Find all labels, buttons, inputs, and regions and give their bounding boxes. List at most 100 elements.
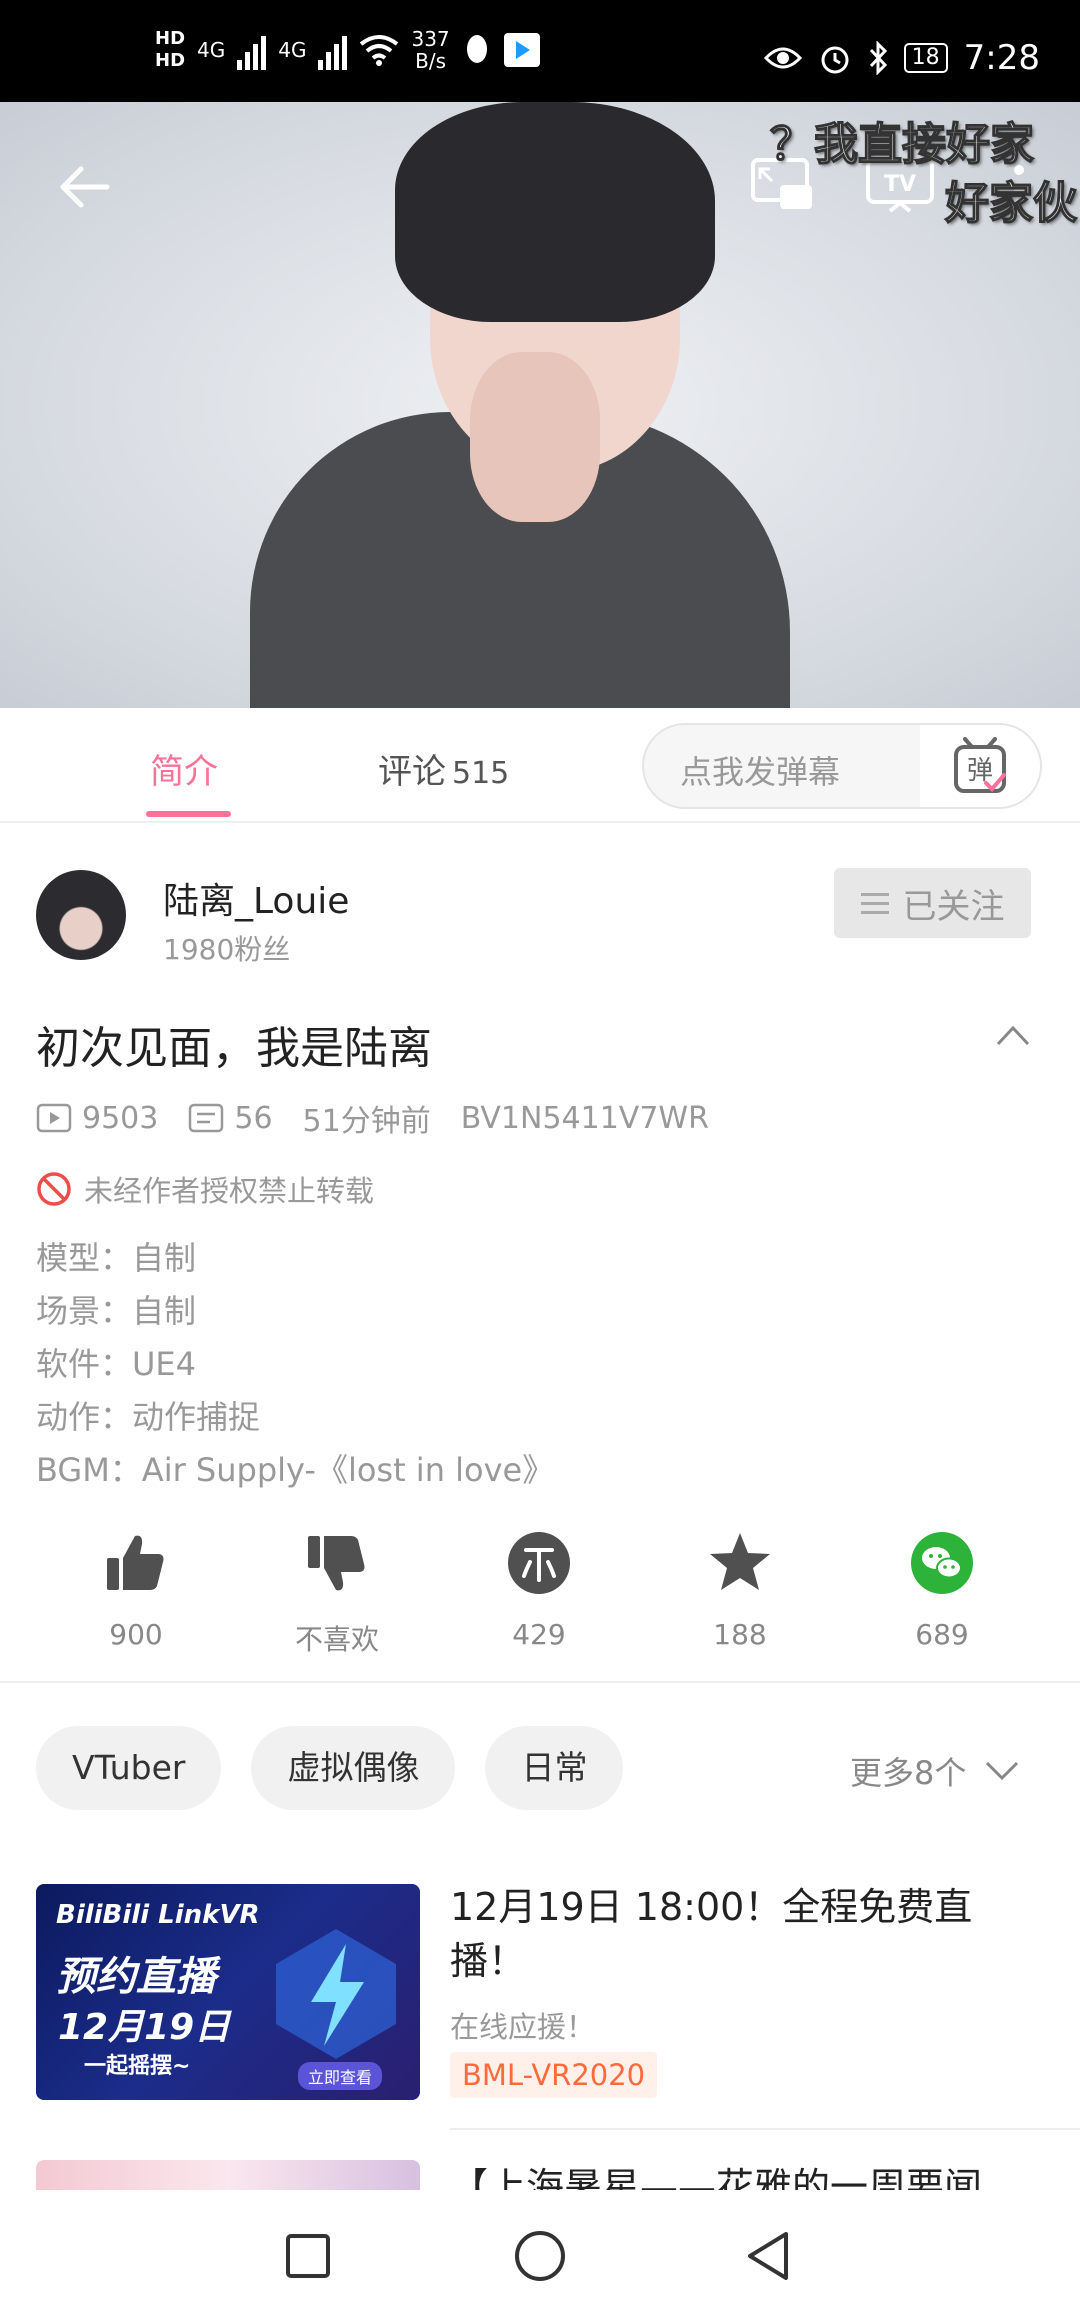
uploader-fans: 1980粉丝 — [163, 933, 291, 966]
wechat-icon — [911, 1532, 973, 1594]
thumbs-up-icon — [107, 1535, 164, 1590]
network-type-1: 4G — [197, 38, 226, 62]
description-line: 软件：UE4 — [36, 1345, 197, 1383]
share-button[interactable]: 689 — [862, 1530, 1022, 1651]
lightning-graphic — [276, 1929, 396, 2059]
related-video-thumbnail-2[interactable] — [36, 2160, 420, 2190]
prohibited-icon — [37, 1172, 71, 1206]
thumb-cta: 立即查看 — [298, 2062, 383, 2090]
view-count: 9503 — [82, 1100, 159, 1136]
copyright-notice: 未经作者授权禁止转载 — [36, 1168, 374, 1210]
home-circle-icon[interactable] — [512, 2228, 568, 2284]
hd1-label: HD — [155, 28, 186, 49]
favorite-count: 188 — [713, 1618, 767, 1651]
uploader-avatar[interactable] — [36, 870, 126, 960]
play-count-icon — [36, 1103, 72, 1133]
net-speed-value: 337 — [411, 27, 450, 51]
tab-comments-label: 评论 — [378, 752, 446, 792]
coin-icon — [508, 1532, 570, 1594]
like-button[interactable]: 900 — [56, 1530, 216, 1651]
danmaku-settings-button[interactable]: 弹 — [920, 725, 1040, 807]
danmaku-tv-icon: 弹 — [954, 737, 1006, 793]
status-time: 7:28 — [963, 38, 1040, 78]
danmaku-comment: 好家伙 — [944, 177, 1078, 230]
related-video-title[interactable]: 12月19日 18:00！全程免费直播！ — [450, 1880, 1040, 1988]
related-video-tag: BML-VR2020 — [450, 2052, 658, 2098]
chevron-down-icon — [986, 1761, 1019, 1781]
thumbs-down-icon — [308, 1536, 365, 1591]
system-nav-bar — [0, 2190, 1080, 2310]
back-triangle-icon[interactable] — [740, 2228, 796, 2284]
description-line: 场景：自制 — [36, 1292, 197, 1330]
menu-icon — [860, 892, 889, 914]
back-arrow-icon[interactable] — [55, 157, 115, 217]
thumb-slogan: 一起摇摆~ — [84, 2054, 191, 2079]
hd2-label: HD — [155, 50, 186, 71]
wifi-icon — [360, 35, 399, 66]
chevron-up-icon[interactable] — [995, 1022, 1031, 1048]
uploader-name[interactable]: 陆离_Louie — [163, 872, 349, 924]
action-row: 900 不喜欢 429 188 689 — [0, 1530, 1080, 1656]
video-bvid: BV1N5411V7WR — [460, 1100, 709, 1136]
like-count: 900 — [109, 1618, 163, 1651]
tag-chip[interactable]: VTuber — [36, 1726, 222, 1810]
alarm-icon — [821, 46, 849, 74]
dislike-label: 不喜欢 — [294, 1623, 379, 1656]
video-description: 模型：自制 场景：自制 软件：UE4 动作：动作捕捉 BGM：Air Suppl… — [36, 1232, 554, 1497]
related-video-thumbnail[interactable]: BiliBili LinkVR 预约直播 12月19日 一起摇摆~ 立即查看 — [36, 1884, 420, 2100]
more-tags-button[interactable]: 更多8个 — [850, 1748, 1020, 1794]
danmaku-input-placeholder: 点我发弹幕 — [680, 753, 841, 791]
share-count: 689 — [915, 1618, 969, 1651]
video-meta: 9503 56 51分钟前 BV1N5411V7WR — [36, 1096, 709, 1140]
danmaku-input[interactable]: 点我发弹幕 弹 — [642, 723, 1042, 809]
favorite-button[interactable]: 188 — [660, 1530, 820, 1651]
danmaku-btn-label: 弹 — [967, 756, 993, 786]
section-divider — [0, 1681, 1080, 1683]
star-icon — [710, 1533, 770, 1590]
tab-comments-count: 515 — [452, 756, 510, 791]
net-speed-unit: B/s — [415, 49, 447, 73]
coin-count: 429 — [512, 1618, 566, 1651]
description-line: BGM：Air Supply-《lost in love》 — [36, 1451, 555, 1489]
description-line: 动作：动作捕捉 — [36, 1398, 261, 1436]
signal-icon-2 — [318, 30, 348, 70]
more-tags-label: 更多8个 — [850, 1754, 967, 1792]
follow-button-label: 已关注 — [902, 886, 1005, 927]
danmaku-count: 56 — [234, 1100, 273, 1136]
signal-icon — [237, 30, 267, 70]
tab-intro[interactable]: 简介 — [150, 744, 218, 793]
tag-chip[interactable]: 虚拟偶像 — [251, 1726, 456, 1810]
thumb-headline: 预约直播 — [56, 1954, 216, 2000]
coin-button[interactable]: 429 — [459, 1530, 619, 1651]
related-video-title-2[interactable]: 【上海暑星——花雅的一周要闻 — [450, 2160, 1050, 2190]
status-right: 18 7:28 — [763, 38, 1040, 78]
hd-indicator: HD HD — [155, 28, 185, 72]
video-player[interactable]: TV ？我直接好家 好家伙 — [0, 102, 1080, 708]
eye-icon — [763, 47, 802, 69]
tab-active-indicator — [146, 811, 231, 817]
tab-comments[interactable]: 评论 515 — [378, 744, 509, 793]
qq-icon — [466, 35, 487, 63]
svg-text:TV: TV — [884, 172, 916, 197]
battery-indicator: 18 — [903, 43, 948, 73]
tag-list: VTuber 虚拟偶像 日常 — [36, 1726, 624, 1810]
network-type-2: 4G — [278, 38, 307, 62]
related-video-subtitle: 在线应援！ — [450, 2010, 596, 2044]
status-bar: HD HD 4G 4G 337 B/s 18 7:28 — [0, 0, 1080, 102]
follow-button[interactable]: 已关注 — [834, 868, 1031, 938]
thumb-brand-text: BiliBili LinkVR — [56, 1900, 260, 1930]
video-title: 初次见面，我是陆离 — [36, 1023, 432, 1074]
tag-chip[interactable]: 日常 — [485, 1726, 624, 1810]
publish-time: 51分钟前 — [302, 1104, 431, 1139]
youku-icon — [503, 33, 540, 67]
status-left: HD HD 4G 4G 337 B/s — [155, 28, 540, 72]
thumb-date: 12月19日 — [58, 2007, 231, 2048]
video-figure-hand — [470, 352, 600, 522]
description-line: 模型：自制 — [36, 1239, 197, 1277]
danmaku-count-icon — [189, 1103, 224, 1133]
video-figure-hair — [395, 102, 715, 322]
net-speed: 337 B/s — [411, 28, 449, 72]
dislike-button[interactable]: 不喜欢 — [257, 1530, 417, 1658]
recents-square-icon[interactable] — [280, 2228, 336, 2284]
danmaku-comment: ？我直接好家 — [769, 118, 1035, 171]
